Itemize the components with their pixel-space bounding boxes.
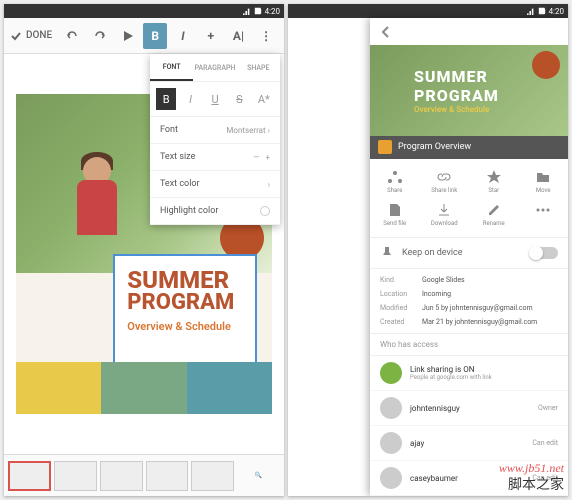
thumbnail-5[interactable] bbox=[191, 461, 234, 491]
doc-hero: SUMMER PROGRAM Overview & Schedule bbox=[370, 45, 568, 135]
editor-toolbar: DONE B I + A| ⋮ bbox=[4, 18, 284, 54]
avatar bbox=[380, 397, 402, 419]
keep-on-device-row: Keep on device bbox=[370, 238, 568, 269]
status-time: 4:20 bbox=[265, 7, 280, 16]
slide-thumbnails: 🔍 bbox=[4, 454, 284, 496]
font-row[interactable]: FontMontserrat › bbox=[150, 117, 280, 144]
details-screen: GROW WIT 📙 Become a CSA Member p chool B… bbox=[288, 4, 568, 496]
hero-title-2: PROGRAM bbox=[414, 86, 499, 105]
doc-title-row: Program Overview bbox=[370, 136, 568, 160]
star-button[interactable]: Star bbox=[469, 165, 519, 198]
doc-title: Program Overview bbox=[398, 142, 471, 152]
thumbnail-1[interactable] bbox=[8, 461, 51, 491]
watermark-text: 脚本之家 bbox=[508, 474, 564, 494]
back-icon[interactable] bbox=[378, 24, 394, 40]
textcolor-row[interactable]: Text color› bbox=[150, 171, 280, 198]
editor-screen: 4:20 DONE B I + A| ⋮ SUMMER PROGRAM Over… bbox=[4, 4, 284, 496]
share-button[interactable]: Share bbox=[370, 165, 420, 198]
highlight-row[interactable]: Highlight color bbox=[150, 198, 280, 225]
badge-icon bbox=[532, 51, 560, 79]
more-icon[interactable]: ⋮ bbox=[254, 23, 278, 49]
more-button[interactable] bbox=[519, 198, 569, 231]
undo-icon[interactable] bbox=[60, 23, 84, 49]
statusbar: 4:20 bbox=[288, 4, 568, 18]
link-sharing-row[interactable]: Link sharing is ONPeople at google.com w… bbox=[370, 356, 568, 391]
slide-subtitle: Overview & Schedule bbox=[127, 320, 242, 333]
details-drawer: SUMMER PROGRAM Overview & Schedule Progr… bbox=[370, 18, 568, 496]
italic-button[interactable]: I bbox=[171, 23, 195, 49]
zoom-icon[interactable]: 🔍 bbox=[237, 461, 280, 491]
format-panel: FONT PARAGRAPH SHAPE B I U S A* FontMont… bbox=[150, 54, 280, 225]
avatar bbox=[380, 467, 402, 489]
send-file-button[interactable]: Send file bbox=[370, 198, 420, 231]
actions-grid: Share Share link Star Move Send file Dow… bbox=[370, 159, 568, 238]
fmt-italic[interactable]: I bbox=[180, 88, 200, 110]
share-link-button[interactable]: Share link bbox=[420, 165, 470, 198]
bold-button[interactable]: B bbox=[143, 23, 167, 49]
keep-label: Keep on device bbox=[402, 248, 522, 258]
slide-footer-bars bbox=[16, 362, 272, 414]
fmt-strike[interactable]: S bbox=[229, 88, 249, 110]
pin-icon bbox=[380, 246, 394, 260]
download-button[interactable]: Download bbox=[420, 198, 470, 231]
statusbar: 4:20 bbox=[4, 4, 284, 18]
tab-shape[interactable]: SHAPE bbox=[237, 54, 280, 81]
tab-font[interactable]: FONT bbox=[150, 54, 193, 81]
status-time: 4:20 bbox=[549, 7, 564, 16]
slide-title-1: SUMMER bbox=[127, 268, 242, 292]
done-button[interactable]: DONE bbox=[10, 30, 52, 42]
play-icon[interactable] bbox=[116, 23, 140, 49]
fmt-underline[interactable]: U bbox=[205, 88, 225, 110]
redo-icon[interactable] bbox=[88, 23, 112, 49]
avatar bbox=[380, 432, 402, 454]
link-icon bbox=[380, 362, 402, 384]
person-row[interactable]: ajayCan edit bbox=[370, 426, 568, 461]
hero-title-1: SUMMER bbox=[414, 67, 499, 86]
fmt-bold[interactable]: B bbox=[156, 88, 176, 110]
textsize-row[interactable]: Text size— + bbox=[150, 144, 280, 171]
thumbnail-3[interactable] bbox=[100, 461, 143, 491]
hero-subtitle: Overview & Schedule bbox=[414, 105, 499, 114]
slide-title-2: PROGRAM bbox=[127, 292, 242, 314]
add-button[interactable]: + bbox=[199, 23, 223, 49]
rename-button[interactable]: Rename bbox=[469, 198, 519, 231]
fmt-color[interactable]: A* bbox=[254, 88, 274, 110]
person-row[interactable]: johntennisguyOwner bbox=[370, 391, 568, 426]
slides-icon bbox=[378, 140, 392, 154]
access-header: Who has access bbox=[370, 334, 568, 356]
thumbnail-4[interactable] bbox=[146, 461, 189, 491]
tab-paragraph[interactable]: PARAGRAPH bbox=[193, 54, 236, 81]
thumbnail-2[interactable] bbox=[54, 461, 97, 491]
metadata-section: KindGoogle Slides LocationIncoming Modif… bbox=[370, 269, 568, 334]
format-button[interactable]: A| bbox=[227, 23, 251, 49]
keep-toggle[interactable] bbox=[530, 247, 558, 259]
selected-textbox[interactable]: SUMMER PROGRAM Overview & Schedule bbox=[113, 254, 256, 369]
move-button[interactable]: Move bbox=[519, 165, 569, 198]
